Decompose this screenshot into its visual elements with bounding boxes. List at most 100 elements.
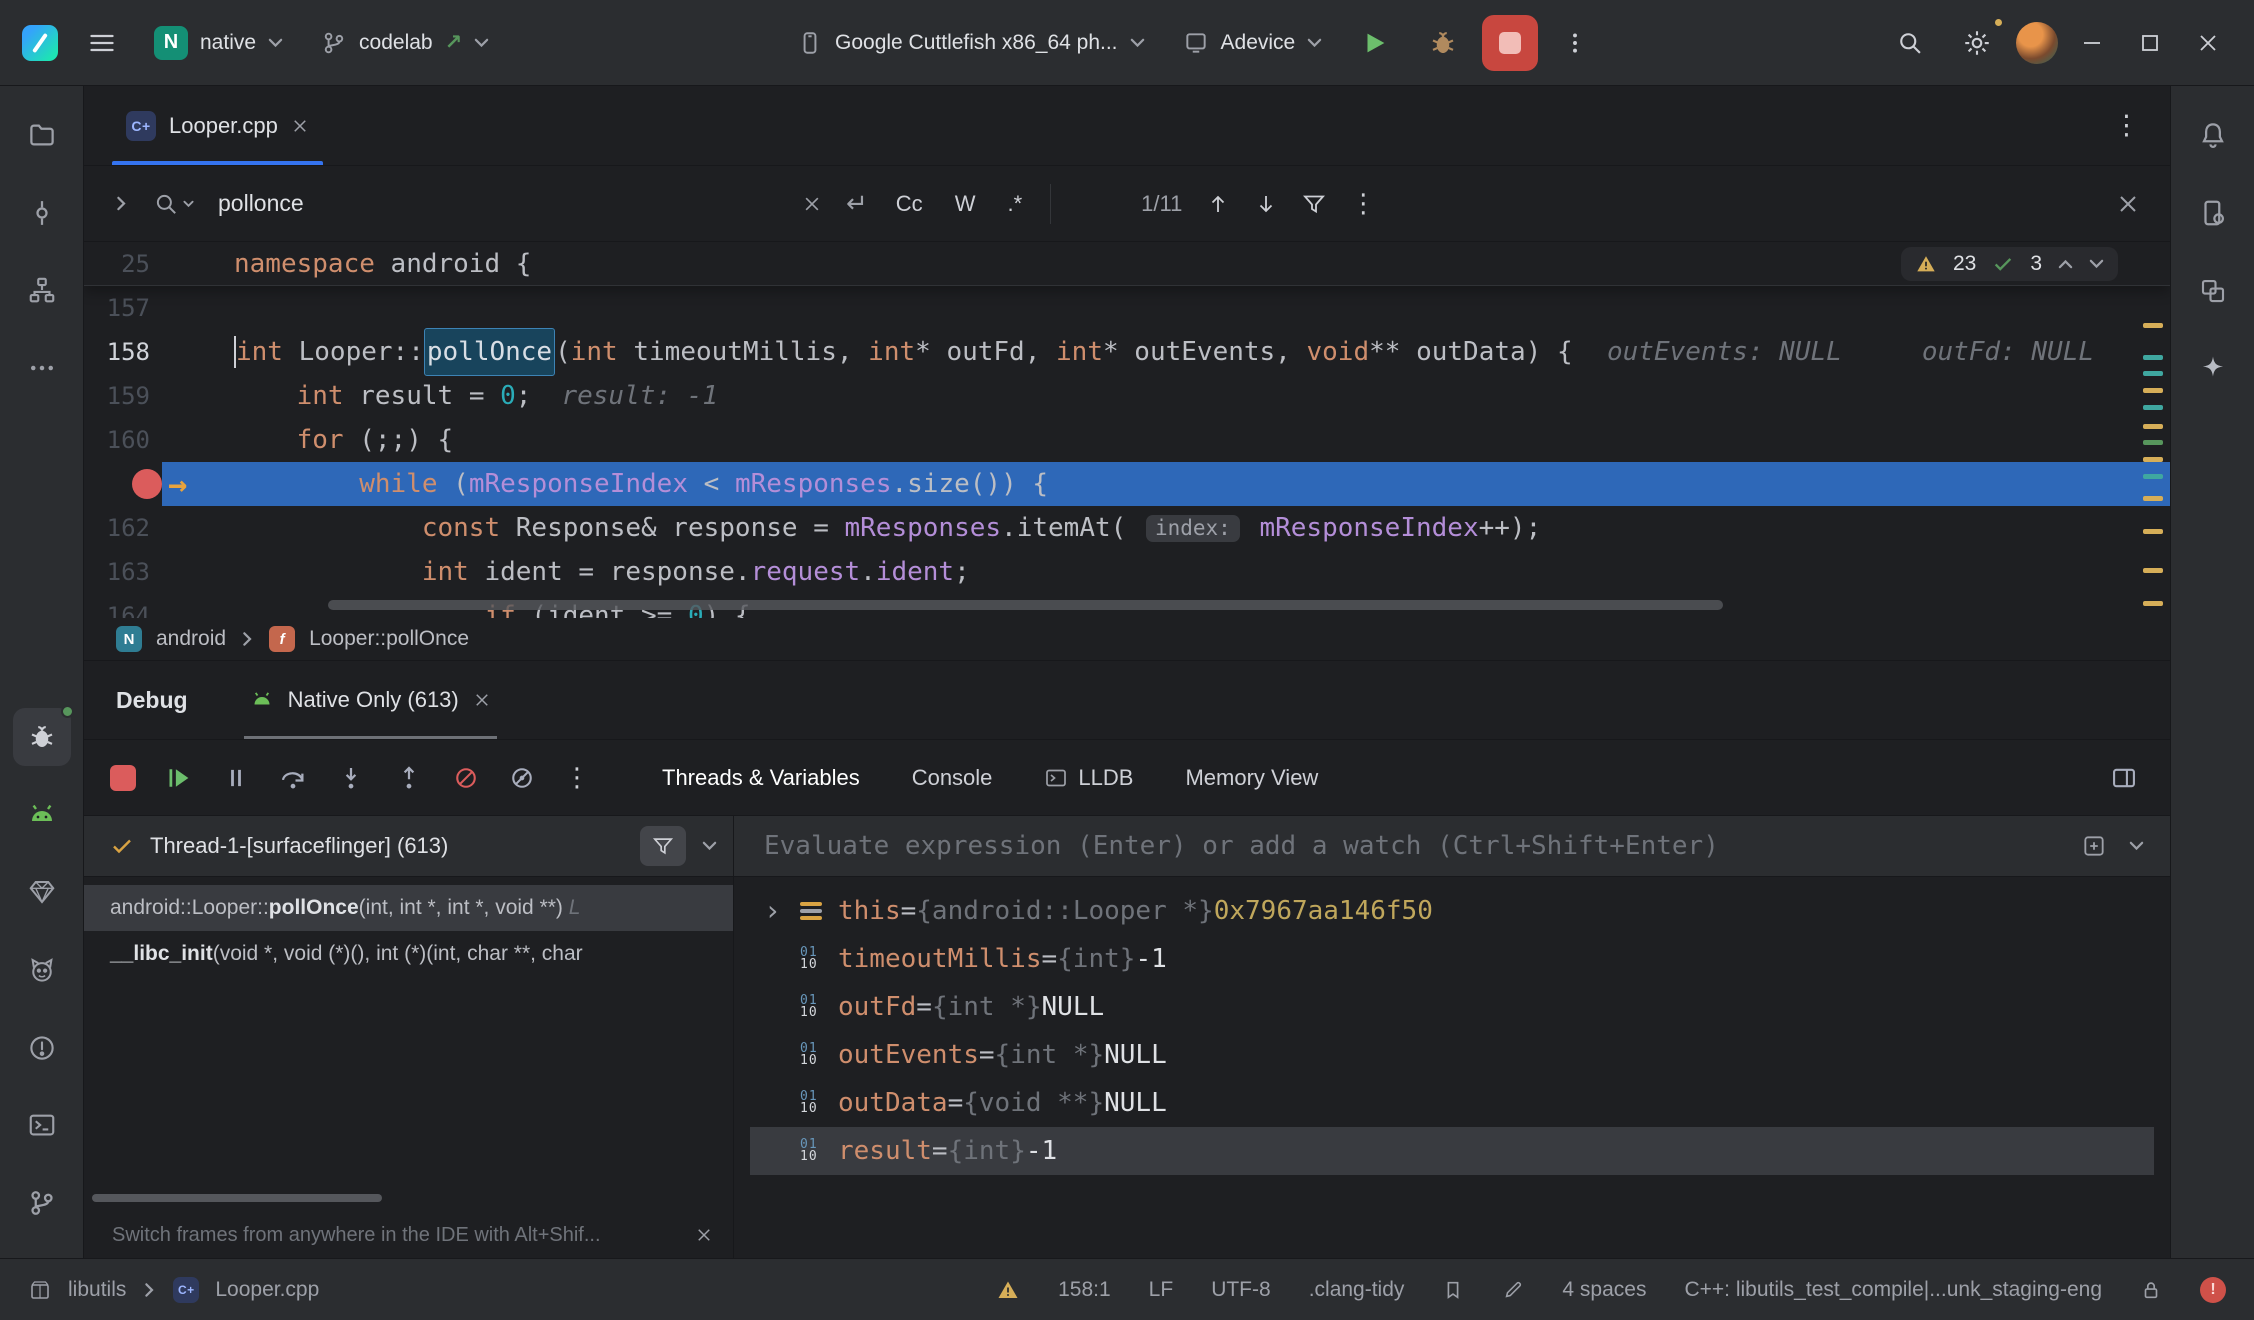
resume-icon[interactable] (164, 763, 194, 793)
file-encoding[interactable]: UTF-8 (1211, 1278, 1271, 1302)
code-line[interactable]: → while (mResponseIndex < mResponses.siz… (84, 462, 2170, 506)
variable-row[interactable]: 0110outData = {void **} NULL (750, 1079, 2154, 1127)
mute-breakpoints-icon[interactable] (452, 764, 480, 792)
code-line[interactable]: 158int Looper::pollOnce(int timeoutMilli… (84, 330, 2170, 374)
code-text[interactable]: int result = 0;result: -1 (234, 374, 2170, 418)
bookmark-icon[interactable] (1442, 1279, 1464, 1301)
debug-stop-icon[interactable] (110, 765, 136, 791)
add-watch-icon[interactable] (2081, 833, 2107, 859)
problems-icon[interactable] (3, 1009, 81, 1087)
indent-setting[interactable]: 4 spaces (1562, 1278, 1646, 1302)
code-line[interactable]: 162 const Response& response = mResponse… (84, 506, 2170, 550)
variable-row[interactable]: 0110outEvents = {int *} NULL (750, 1031, 2154, 1079)
code-editor[interactable]: 25 namespace android { 157158int Looper:… (84, 242, 2170, 618)
analysis-mark[interactable] (2143, 424, 2163, 429)
frames-horizontal-scrollbar[interactable] (92, 1194, 382, 1202)
window-minimize-button[interactable] (2068, 19, 2116, 67)
terminal-icon[interactable] (3, 1087, 81, 1165)
expand-replace-chevron-icon[interactable] (114, 196, 129, 211)
editor-gutter[interactable]: 162 (84, 506, 234, 550)
search-options-kebab-icon[interactable]: ⋮ (1350, 188, 1376, 219)
analysis-mark[interactable] (2143, 405, 2163, 410)
error-indicator[interactable]: ! (2200, 1277, 2226, 1303)
highlighter-pen-icon[interactable] (1502, 1279, 1524, 1301)
code-line[interactable]: 157 (84, 286, 2170, 330)
clang-tidy[interactable]: .clang-tidy (1309, 1278, 1405, 1302)
tab-memory-view[interactable]: Memory View (1185, 765, 1318, 791)
analysis-mark[interactable] (2143, 323, 2163, 328)
analysis-mark[interactable] (2143, 457, 2163, 462)
more-actions-button[interactable] (1548, 15, 1602, 71)
tab-options-kebab-icon[interactable]: ⋮ (2113, 110, 2170, 141)
tab-lldb[interactable]: LLDB (1044, 765, 1133, 791)
toolbar-kebab-icon[interactable]: ⋮ (564, 762, 590, 793)
variable-row[interactable]: 0110timeoutMillis = {int} -1 (750, 935, 2154, 983)
line-number[interactable]: 162 (107, 506, 150, 550)
editor-gutter[interactable]: 157 (84, 286, 234, 330)
layout-inspector-icon[interactable] (2174, 252, 2252, 330)
step-into-icon[interactable] (336, 763, 366, 793)
variable-row[interactable]: ›this = {android::Looper *} 0x7967aa146f… (750, 887, 2154, 935)
toolchain-config[interactable]: C++: libutils_test_compile|...unk_stagin… (1684, 1278, 2102, 1302)
project-selector[interactable]: N native (140, 15, 297, 71)
code-text[interactable]: while (mResponseIndex < mResponses.size(… (234, 462, 2170, 506)
device-selector[interactable]: Google Cuttlefish x86_64 ph... (783, 15, 1159, 71)
line-separator[interactable]: LF (1149, 1278, 1174, 1302)
editor-gutter[interactable]: 160 (84, 418, 234, 462)
horizontal-scrollbar[interactable] (328, 600, 1723, 610)
code-line[interactable]: 163 int ident = response.request.ident; (84, 550, 2170, 594)
hint-close-icon[interactable] (695, 1226, 713, 1244)
tab-threads-variables[interactable]: Threads & Variables (662, 765, 860, 791)
window-close-button[interactable] (2184, 19, 2232, 67)
line-number[interactable]: 159 (107, 374, 150, 418)
search-filter-icon[interactable] (1302, 192, 1326, 216)
analysis-mark[interactable] (2143, 355, 2163, 360)
status-file[interactable]: Looper.cpp (215, 1278, 319, 1302)
close-search-icon[interactable] (2116, 192, 2140, 216)
logcat-cat-icon[interactable] (3, 931, 81, 1009)
notifications-bell-icon[interactable] (2174, 96, 2252, 174)
line-number[interactable]: 25 (121, 242, 150, 286)
editor-gutter[interactable]: 25 (84, 242, 234, 286)
code-line[interactable]: 160 for (;;) { (84, 418, 2170, 462)
newline-toggle[interactable]: ↵ (846, 188, 868, 219)
analysis-mark[interactable] (2143, 440, 2163, 445)
code-text[interactable]: const Response& response = mResponses.it… (234, 506, 2170, 550)
project-folder-icon[interactable] (3, 96, 81, 174)
version-control-icon[interactable] (3, 1164, 81, 1242)
thread-filter-icon[interactable] (640, 826, 686, 866)
analysis-mark[interactable] (2143, 568, 2163, 573)
words-toggle[interactable]: W (951, 191, 980, 217)
window-maximize-button[interactable] (2126, 19, 2174, 67)
editor-tab-looper-cpp[interactable]: C+ Looper.cpp (112, 86, 323, 165)
thread-selector[interactable]: Thread-1-[surfaceflinger] (613) (84, 816, 733, 877)
analysis-mark[interactable] (2143, 601, 2163, 606)
step-out-icon[interactable] (394, 763, 424, 793)
clear-search-icon[interactable] (802, 194, 822, 214)
inspections-widget[interactable]: 23 3 (1901, 247, 2118, 281)
commit-icon[interactable] (3, 174, 81, 252)
layout-settings-icon[interactable] (2110, 764, 2144, 792)
code-line[interactable]: 159 int result = 0;result: -1 (84, 374, 2170, 418)
structure-icon[interactable] (3, 251, 81, 329)
session-close-icon[interactable] (473, 691, 491, 709)
variable-row[interactable]: 0110outFd = {int *} NULL (750, 983, 2154, 1031)
match-case-toggle[interactable]: Cc (892, 191, 927, 217)
regex-toggle[interactable]: .* (1003, 191, 1026, 217)
tab-close-icon[interactable] (291, 117, 309, 135)
user-avatar[interactable] (2016, 22, 2058, 64)
search-input[interactable]: pollonce (218, 190, 778, 217)
next-match-icon[interactable] (1254, 192, 1278, 216)
breadcrumb-function[interactable]: Looper::pollOnce (309, 627, 469, 651)
code-text[interactable]: for (;;) { (234, 418, 2170, 462)
debug-session-tab[interactable]: Native Only (613) (244, 661, 497, 739)
line-number[interactable]: 163 (107, 550, 150, 594)
line-number[interactable]: 160 (107, 418, 150, 462)
search-history-icon[interactable] (153, 191, 194, 217)
status-module[interactable]: libutils (68, 1278, 126, 1302)
analysis-mark[interactable] (2143, 371, 2163, 376)
stack-frame-row[interactable]: android::Looper::pollOnce(int, int *, in… (84, 885, 733, 931)
analysis-mark[interactable] (2143, 529, 2163, 534)
breadcrumb-namespace[interactable]: android (156, 627, 226, 651)
vcs-branch-selector[interactable]: codelab ↗ (307, 15, 503, 71)
